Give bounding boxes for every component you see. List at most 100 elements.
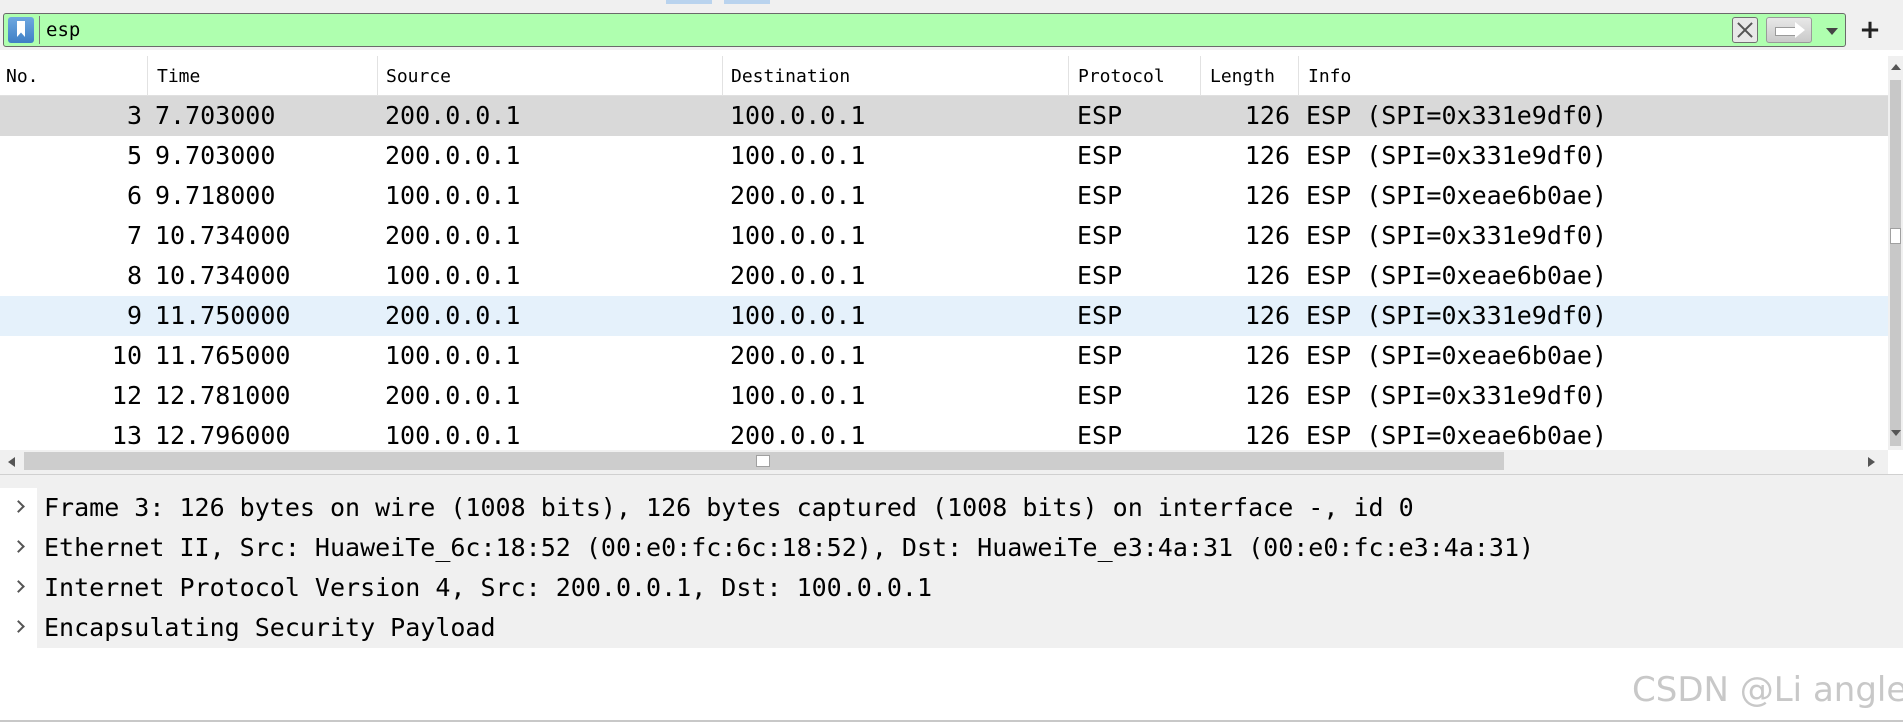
detail-item-esp[interactable]: Encapsulating Security Payload — [0, 608, 1903, 648]
packet-cell-time: 9.703000 — [155, 141, 276, 170]
packet-cell-time: 10.734000 — [155, 261, 291, 290]
packet-cell-protocol: ESP — [1077, 381, 1123, 410]
packet-cell-length: 126 — [1244, 341, 1290, 370]
packet-cell-info: ESP (SPI=0xeae6b0ae) — [1306, 341, 1608, 370]
packet-cell-info: ESP (SPI=0xeae6b0ae) — [1306, 181, 1608, 210]
top-strip — [0, 0, 1903, 10]
packet-cell-info: ESP (SPI=0x331e9df0) — [1306, 101, 1608, 130]
packet-cell-destination: 200.0.0.1 — [730, 181, 866, 210]
scroll-left-arrow-icon[interactable] — [8, 457, 15, 467]
scroll-up-arrow-icon[interactable] — [1891, 64, 1901, 70]
packet-cell-time: 11.765000 — [155, 341, 291, 370]
display-filter-input[interactable] — [46, 18, 1726, 42]
packet-row[interactable]: 3 7.703000 200.0.0.1 100.0.0.1 ESP 126 ESP (SP… — [0, 96, 1888, 136]
packet-cell-info: ESP (SPI=0xeae6b0ae) — [1306, 261, 1608, 290]
scroll-down-arrow-icon[interactable] — [1891, 430, 1901, 436]
packet-cell-protocol: ESP — [1077, 221, 1123, 250]
column-header-info[interactable]: Info — [1299, 56, 1888, 96]
packet-cell-destination: 100.0.0.1 — [730, 141, 866, 170]
packet-row[interactable]: 12 12.781000 200.0.0.1 100.0.0.1 ESP 126 ESP (… — [0, 376, 1888, 416]
packet-row[interactable]: 7 10.734000 200.0.0.1 100.0.0.1 ESP 126 ESP (S… — [0, 216, 1888, 256]
packet-row[interactable]: 10 11.765000 100.0.0.1 200.0.0.1 ESP 126 ESP (… — [0, 336, 1888, 376]
packet-cell-info: ESP (SPI=0x331e9df0) — [1306, 301, 1608, 330]
packet-cell-no: 7 — [126, 221, 142, 250]
packet-cell-length: 126 — [1244, 181, 1290, 210]
chevron-right-icon[interactable] — [12, 620, 25, 633]
detail-item-ipv4[interactable]: Internet Protocol Version 4, Src: 200.0.… — [0, 568, 1903, 608]
packet-row[interactable]: 6 9.718000 100.0.0.1 200.0.0.1 ESP 126 ESP (SP… — [0, 176, 1888, 216]
packet-cell-time: 12.781000 — [155, 381, 291, 410]
detail-item-label: Internet Protocol Version 4, Src: 200.0.… — [44, 573, 933, 602]
toolbar-tab-marker — [666, 0, 712, 4]
packet-cell-protocol: ESP — [1077, 141, 1123, 170]
packet-cell-no: 3 — [126, 101, 142, 130]
packet-row[interactable]: 8 10.734000 100.0.0.1 200.0.0.1 ESP 126 ESP (S… — [0, 256, 1888, 296]
packet-list-header: No. Time Source Destination Protocol Len… — [0, 56, 1888, 96]
packet-cell-source: 200.0.0.1 — [385, 141, 521, 170]
detail-item-frame[interactable]: Frame 3: 126 bytes on wire (1008 bits), … — [0, 488, 1903, 528]
packet-cell-source: 200.0.0.1 — [385, 101, 521, 130]
packet-cell-protocol: ESP — [1077, 301, 1123, 330]
display-filter-bar: + — [0, 10, 1903, 50]
column-header-no[interactable]: No. — [0, 56, 148, 96]
scrollbar-grip — [756, 455, 770, 467]
packet-cell-length: 126 — [1244, 381, 1290, 410]
packet-cell-no: 12 — [111, 381, 142, 410]
scroll-right-arrow-icon[interactable] — [1868, 457, 1875, 467]
packet-cell-time: 10.734000 — [155, 221, 291, 250]
packet-cell-destination: 100.0.0.1 — [730, 301, 866, 330]
column-header-destination[interactable]: Destination — [723, 56, 1069, 96]
bookmark-icon[interactable] — [8, 17, 34, 43]
chevron-right-icon[interactable] — [12, 500, 25, 513]
packet-cell-protocol: ESP — [1077, 101, 1123, 130]
packet-row[interactable]: 5 9.703000 200.0.0.1 100.0.0.1 ESP 126 ESP (SP… — [0, 136, 1888, 176]
packet-cell-time: 7.703000 — [155, 101, 276, 130]
packet-cell-length: 126 — [1244, 221, 1290, 250]
packet-cell-info: ESP (SPI=0x331e9df0) — [1306, 141, 1608, 170]
clear-filter-icon[interactable] — [1732, 17, 1758, 43]
column-header-protocol[interactable]: Protocol — [1069, 56, 1201, 96]
packet-cell-source: 200.0.0.1 — [385, 221, 521, 250]
packet-cell-no: 5 — [126, 141, 142, 170]
packet-cell-no: 8 — [126, 261, 142, 290]
packet-list: No. Time Source Destination Protocol Len… — [0, 56, 1888, 450]
packet-cell-source: 200.0.0.1 — [385, 381, 521, 410]
packet-cell-destination: 200.0.0.1 — [730, 341, 866, 370]
packet-cell-destination: 200.0.0.1 — [730, 261, 866, 290]
packet-cell-source: 100.0.0.1 — [385, 181, 521, 210]
packet-cell-no: 6 — [126, 181, 142, 210]
bottom-border — [0, 720, 1903, 722]
detail-item-ethernet[interactable]: Ethernet II, Src: HuaweiTe_6c:18:52 (00:… — [0, 528, 1903, 568]
watermark: CSDN @Li angle — [1632, 670, 1903, 710]
column-header-length[interactable]: Length — [1201, 56, 1299, 96]
packet-cell-source: 200.0.0.1 — [385, 301, 521, 330]
detail-item-label: Frame 3: 126 bytes on wire (1008 bits), … — [44, 493, 1414, 522]
packet-row[interactable]: 9 11.750000 200.0.0.1 100.0.0.1 ESP 126 ESP (S… — [0, 296, 1888, 336]
scrollbar-position-marker — [1890, 228, 1901, 244]
add-filter-button[interactable]: + — [1858, 17, 1882, 43]
column-header-source[interactable]: Source — [378, 56, 723, 96]
display-filter-box — [3, 13, 1846, 47]
toolbar-tab-marker — [724, 0, 770, 4]
chevron-right-icon[interactable] — [12, 580, 25, 593]
packet-list-horizontal-scrollbar[interactable] — [0, 450, 1888, 474]
packet-cell-protocol: ESP — [1077, 261, 1123, 290]
packet-cell-no: 10 — [111, 341, 142, 370]
packet-cell-length: 126 — [1244, 141, 1290, 170]
packet-cell-length: 126 — [1244, 301, 1290, 330]
packet-cell-info: ESP (SPI=0x331e9df0) — [1306, 221, 1608, 250]
packet-cell-destination: 100.0.0.1 — [730, 101, 866, 130]
chevron-right-icon[interactable] — [12, 540, 25, 553]
detail-item-label: Ethernet II, Src: HuaweiTe_6c:18:52 (00:… — [44, 533, 1535, 562]
scrollbar-thumb[interactable] — [1890, 80, 1901, 446]
filter-separator — [39, 16, 40, 44]
packet-cell-protocol: ESP — [1077, 181, 1123, 210]
packet-list-vertical-scrollbar[interactable] — [1888, 56, 1903, 450]
apply-filter-arrow-icon[interactable] — [1766, 17, 1812, 43]
detail-item-label: Encapsulating Security Payload — [44, 613, 496, 642]
packet-cell-length: 126 — [1244, 101, 1290, 130]
packet-cell-source: 100.0.0.1 — [385, 261, 521, 290]
filter-history-chevron-down-icon[interactable] — [1826, 28, 1838, 35]
column-header-time[interactable]: Time — [148, 56, 378, 96]
pane-splitter[interactable] — [0, 474, 1903, 488]
